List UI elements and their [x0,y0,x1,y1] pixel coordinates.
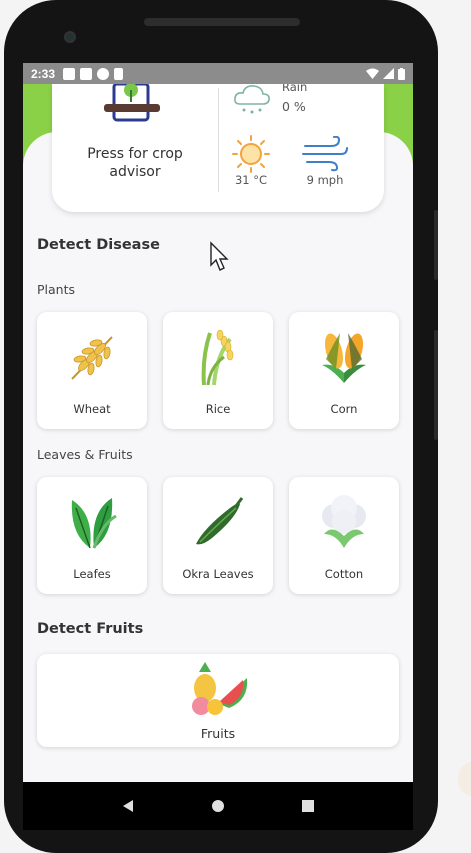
cotton-label: Cotton [324,567,364,581]
plant-pot-icon [104,84,160,122]
rain-value: 0 % [282,99,306,114]
temperature-value: 31 °C [234,173,268,187]
system-nav-bar [23,782,413,830]
app-screen: 2:33 Press for crop advisor Rain 0 % 31 … [23,63,413,830]
cotton-tile[interactable]: Cotton [289,477,399,594]
okra-leaves-label: Okra Leaves [182,567,254,581]
wind-value: 9 mph [306,173,344,187]
okra-icon [196,497,244,545]
leaf-icon [71,498,117,549]
leafes-label: Leafes [73,567,111,581]
fruits-icon [192,662,248,715]
rain-cloud-icon [234,85,270,114]
rice-tile[interactable]: Rice [163,312,273,429]
power-button [434,330,438,440]
floating-bubble [458,762,471,796]
corn-tile[interactable]: Corn [289,312,399,429]
back-triangle-icon [123,800,133,812]
rain-label: Rain [282,84,308,94]
status-bar: 2:33 [23,63,413,84]
wifi-icon [366,68,379,79]
speaker-grille [144,18,300,26]
nav-home-button[interactable] [206,794,230,818]
wheat-tile[interactable]: Wheat [37,312,147,429]
mouse-cursor-icon [210,241,229,271]
wind-widget: 9 mph [300,135,350,187]
nav-back-button[interactable] [116,794,140,818]
crop-advisor-button[interactable]: Press for crop advisor [52,84,218,212]
device-stage: 2:33 Press for crop advisor Rain 0 % 31 … [0,0,471,853]
wind-icon [302,135,348,172]
battery-icon [398,67,405,80]
fruits-label: Fruits [200,726,236,741]
nav-recents-button[interactable] [296,794,320,818]
app-notification-icon [97,67,110,80]
crop-advisor-label: Press for crop advisor [87,146,183,180]
volume-button [434,210,438,280]
home-circle-icon [212,800,224,812]
sun-icon [232,135,270,173]
leafes-tile[interactable]: Leafes [37,477,147,594]
rain-widget [230,84,274,119]
rice-label: Rice [205,402,231,416]
signal-icon [383,68,394,79]
leaves-fruits-subtitle: Leaves & Fruits [37,447,133,462]
temperature-widget: 31 °C [228,134,274,187]
recents-square-icon [302,800,314,812]
advisor-weather-card: Press for crop advisor Rain 0 % 31 °C 9 … [52,84,384,212]
notification-icon [63,67,76,80]
scroll-content[interactable]: Press for crop advisor Rain 0 % 31 °C 9 … [23,84,413,782]
detect-fruits-title: Detect Fruits [37,621,144,637]
detect-disease-title: Detect Disease [37,237,160,253]
plants-subtitle: Plants [37,282,76,297]
wheat-icon [71,336,113,380]
wheat-label: Wheat [73,402,111,416]
status-time: 2:33 [31,66,56,81]
okra-leaves-tile[interactable]: Okra Leaves [163,477,273,594]
corn-icon [322,333,366,383]
corn-label: Corn [330,402,358,416]
cotton-icon [322,495,366,548]
fruits-tile[interactable]: Fruits [37,654,399,747]
sd-card-icon [114,67,124,80]
front-camera [64,31,76,43]
notification-icon [80,67,93,80]
rice-icon [201,329,234,386]
card-divider [218,88,219,192]
